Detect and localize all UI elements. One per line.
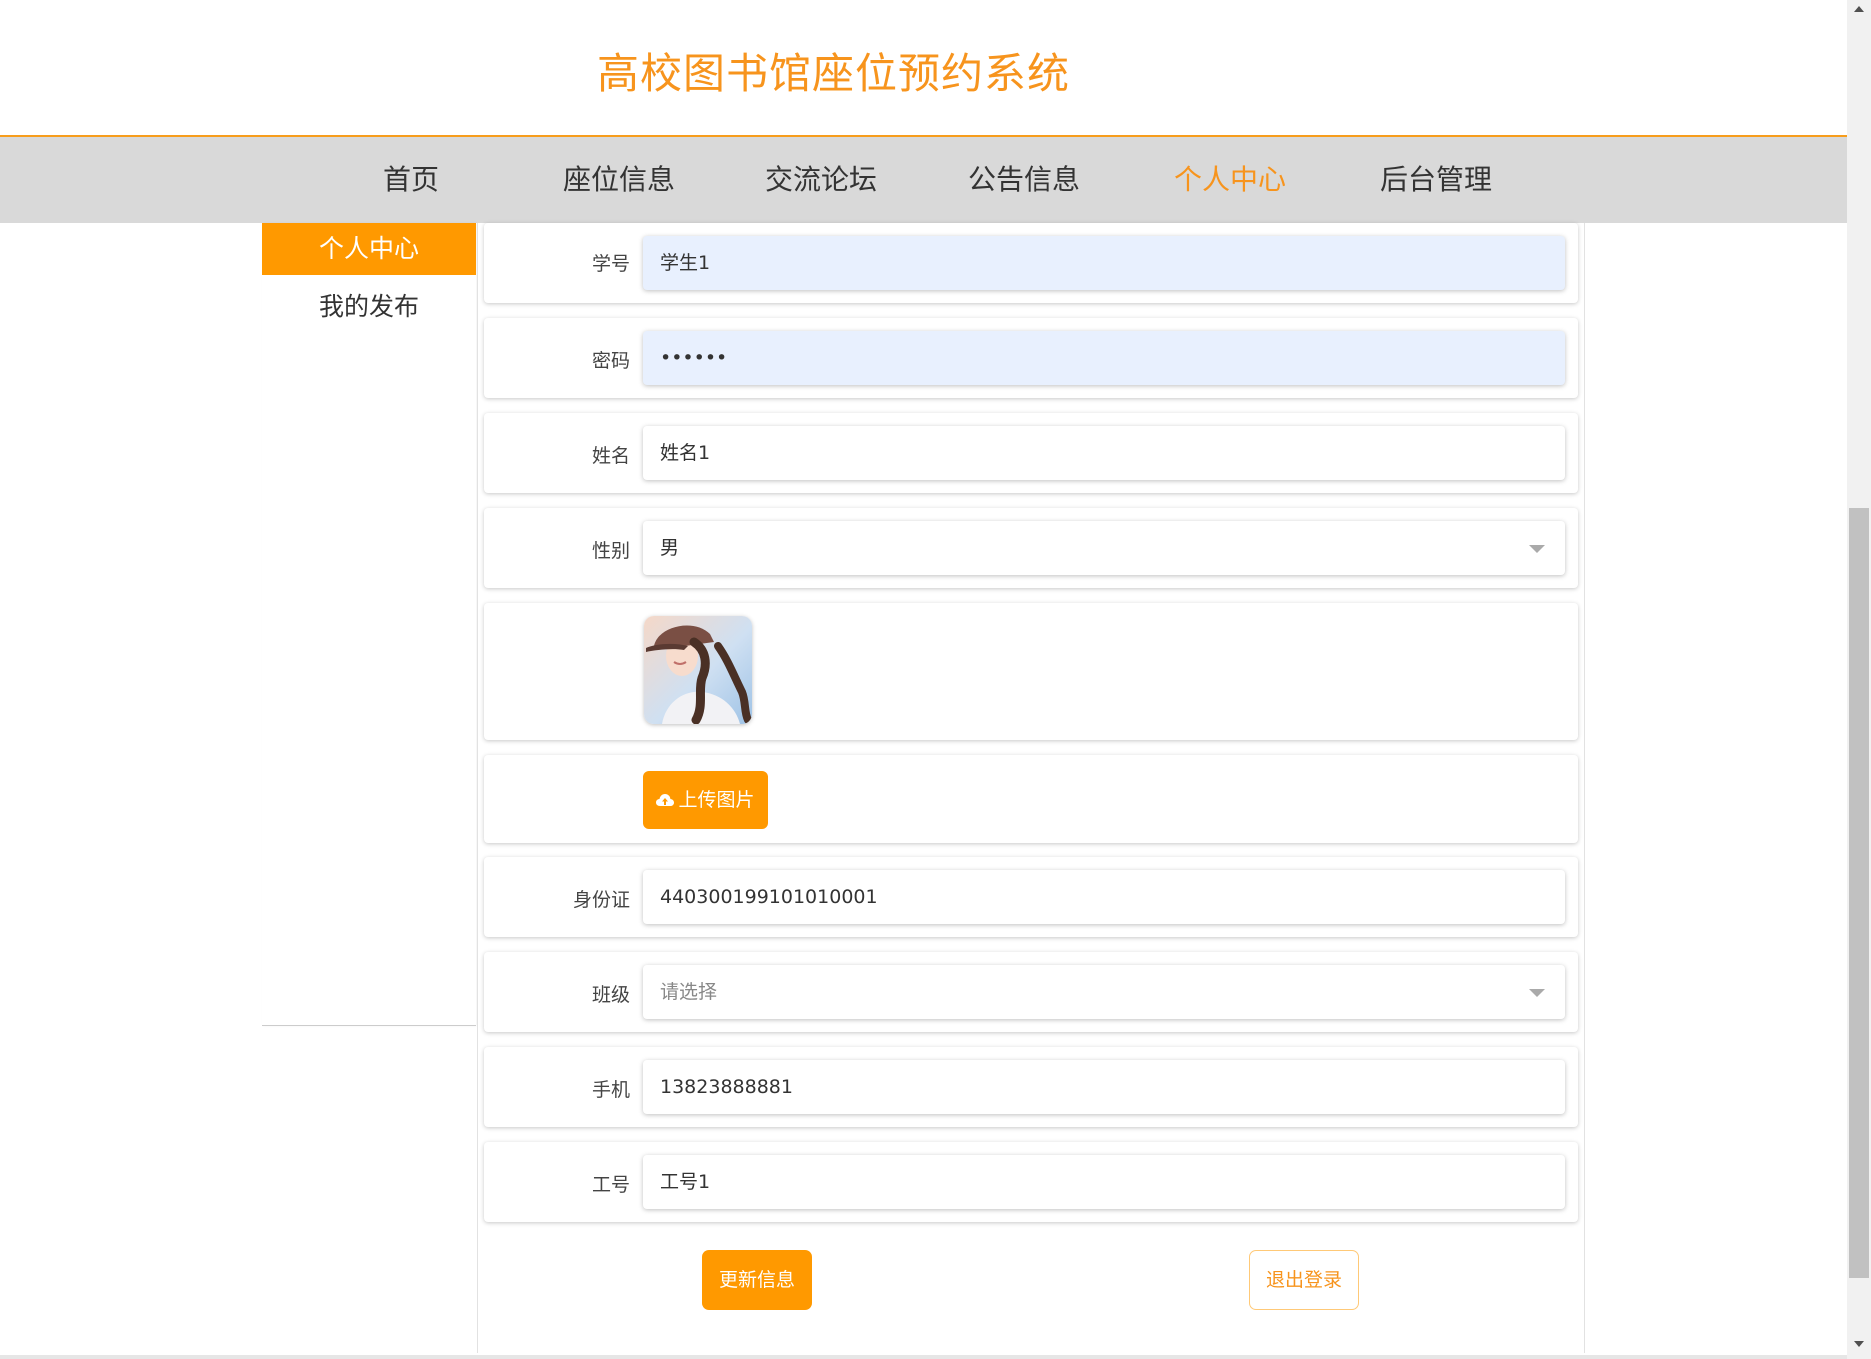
logout-button[interactable]: 退出登录 [1249, 1250, 1359, 1310]
student-id-input[interactable]: 学生1 [643, 236, 1565, 290]
upload-image-button[interactable]: 上传图片 [643, 771, 768, 829]
class-select[interactable]: 请选择 [643, 965, 1565, 1019]
sidebar: 个人中心 我的发布 [262, 223, 476, 1026]
phone-input[interactable]: 13823888881 [643, 1060, 1565, 1114]
form-row-class: 班级 请选择 [484, 952, 1578, 1032]
password-label: 密码 [591, 350, 630, 372]
chevron-down-icon [1529, 989, 1545, 997]
update-info-button[interactable]: 更新信息 [702, 1250, 812, 1310]
chevron-down-icon [1529, 545, 1545, 553]
gender-label: 性别 [591, 540, 630, 562]
form-row-student-id: 学号 学生1 [484, 223, 1578, 303]
work-id-input[interactable]: 工号1 [643, 1155, 1565, 1209]
gender-select[interactable]: 男 [643, 521, 1565, 575]
id-card-label: 身份证 [572, 889, 630, 911]
work-id-label: 工号 [591, 1174, 630, 1196]
scroll-up-arrow-icon[interactable] [1854, 6, 1864, 12]
cloud-upload-icon [656, 772, 675, 830]
password-input[interactable]: •••••• [643, 331, 1565, 385]
form-row-id-card: 身份证 440300199101010001 [484, 857, 1578, 937]
bottom-edge [0, 1355, 1847, 1359]
form-row-upload: 上传图片 [484, 755, 1578, 843]
id-card-input[interactable]: 440300199101010001 [643, 870, 1565, 924]
form-row-avatar [484, 603, 1578, 740]
nav-item-home[interactable]: 首页 [383, 137, 439, 223]
sidebar-item-my-posts[interactable]: 我的发布 [262, 281, 476, 333]
name-label: 姓名 [591, 445, 630, 467]
form-row-password: 密码 •••••• [484, 318, 1578, 398]
site-title: 高校图书馆座位预约系统 [597, 49, 1071, 98]
sidebar-item-personal-center[interactable]: 个人中心 [262, 223, 476, 275]
main-nav: 首页 座位信息 交流论坛 公告信息 个人中心 后台管理 [0, 137, 1847, 223]
upload-image-label: 上传图片 [678, 789, 755, 811]
scroll-down-arrow-icon[interactable] [1854, 1341, 1864, 1347]
form-row-work-id: 工号 工号1 [484, 1142, 1578, 1222]
class-placeholder: 请选择 [660, 981, 718, 1003]
phone-label: 手机 [591, 1079, 630, 1101]
profile-form: 学号 学生1 密码 •••••• 姓名 姓名1 性别 男 上传图片 身份证 44… [477, 223, 1585, 1353]
student-id-label: 学号 [591, 253, 630, 275]
scrollbar[interactable] [1847, 0, 1871, 1359]
form-row-gender: 性别 男 [484, 508, 1578, 588]
form-row-name: 姓名 姓名1 [484, 413, 1578, 493]
nav-item-personal-center[interactable]: 个人中心 [1174, 137, 1286, 223]
gender-value: 男 [660, 537, 680, 559]
form-row-phone: 手机 13823888881 [484, 1047, 1578, 1127]
nav-item-forum[interactable]: 交流论坛 [765, 137, 877, 223]
nav-item-admin[interactable]: 后台管理 [1380, 137, 1492, 223]
class-label: 班级 [591, 984, 630, 1006]
nav-item-seat-info[interactable]: 座位信息 [563, 137, 675, 223]
site-header: 高校图书馆座位预约系统 [0, 0, 1847, 137]
name-input[interactable]: 姓名1 [643, 426, 1565, 480]
nav-item-notices[interactable]: 公告信息 [968, 137, 1080, 223]
scrollbar-thumb[interactable] [1849, 508, 1869, 1278]
